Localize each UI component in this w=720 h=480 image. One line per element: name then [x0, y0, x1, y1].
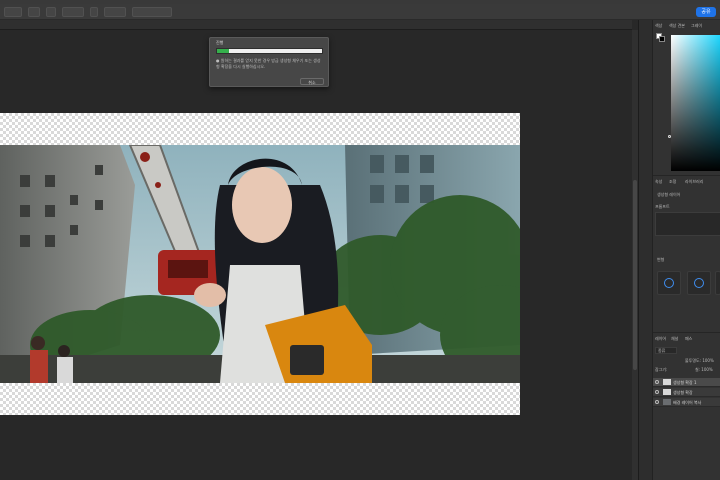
share-button[interactable]: 공유 — [696, 7, 716, 17]
layer-thumbnail — [663, 399, 671, 405]
visibility-eye-icon[interactable] — [655, 400, 659, 404]
layer-name: 배경 레이어 복사 — [673, 400, 702, 405]
tab-paths[interactable]: 패스 — [685, 336, 692, 342]
layer-row[interactable]: 생성형 확장 1 — [653, 378, 720, 387]
undo-button[interactable] — [46, 7, 56, 17]
loading-spinner-icon — [694, 278, 704, 288]
panel-icon-column — [639, 20, 653, 480]
tool-preset-picker[interactable] — [4, 7, 22, 17]
scrollbar-thumb[interactable] — [633, 180, 637, 370]
layer-thumbnail — [663, 379, 671, 385]
layer-filter-label: 종류 — [658, 348, 666, 353]
document-tab-bar[interactable] — [0, 20, 632, 30]
variations-caption: 변형 — [657, 257, 665, 262]
dialog-message: ● 원하는 결과를 얻지 못한 경우 방금 생성형 채우기 또는 생성형 확장을… — [216, 58, 321, 69]
opacity-control[interactable]: 불투명도: 100% — [685, 358, 714, 364]
tab-gradients[interactable]: 그레이 — [691, 23, 702, 29]
loading-spinner-icon — [664, 278, 674, 288]
option-dropdown[interactable] — [62, 7, 84, 17]
panel-divider — [653, 332, 720, 333]
variation-thumbnail-2[interactable] — [687, 271, 711, 295]
tab-libraries[interactable]: 라이브러리 — [685, 179, 703, 185]
tab-adjustments[interactable]: 조정 — [669, 179, 676, 185]
tab-layers[interactable]: 레이어 — [655, 336, 666, 342]
right-panel-dock: 색상 색상 견본 그레이 속성 조정 라이브러리 생성형 레이어 프롬프트 변형… — [638, 20, 720, 480]
tab-swatches[interactable]: 색상 견본 — [669, 23, 685, 29]
visibility-eye-icon[interactable] — [655, 390, 659, 394]
progress-dialog: 진행 ● 원하는 결과를 얻지 못한 경우 방금 생성형 채우기 또는 생성형 … — [209, 37, 329, 87]
progress-bar-fill — [217, 49, 229, 53]
prompt-caption: 프롬프트 — [655, 204, 670, 209]
mode-button[interactable] — [28, 7, 40, 17]
variation-thumbnail-1[interactable] — [657, 271, 681, 295]
fill-control[interactable]: 칠: 100% — [695, 367, 713, 373]
layer-name: 생성형 확장 1 — [673, 380, 697, 385]
visibility-eye-icon[interactable] — [655, 380, 659, 384]
prompt-input[interactable] — [655, 212, 720, 236]
tab-color[interactable]: 색상 — [655, 23, 662, 29]
color-picker-field[interactable] — [671, 35, 720, 171]
tab-properties[interactable]: 속성 — [655, 179, 662, 185]
layer-name: 생성형 확장 — [673, 390, 693, 395]
option-dropdown-2[interactable] — [104, 7, 126, 17]
document-image[interactable] — [0, 145, 520, 383]
properties-item-label: 생성형 레이어 — [657, 192, 681, 197]
layer-thumbnail — [663, 389, 671, 395]
dialog-title: 진행 — [216, 40, 224, 45]
pen-icon[interactable] — [90, 7, 98, 17]
progress-bar — [216, 48, 323, 54]
tab-channels[interactable]: 채널 — [671, 336, 678, 342]
panel-divider — [653, 175, 720, 176]
cancel-button[interactable]: 취소 — [300, 78, 324, 85]
lock-controls[interactable]: 잠그기: — [655, 367, 667, 373]
variation-thumbnail-3[interactable] — [715, 271, 720, 295]
background-color-swatch[interactable] — [659, 36, 665, 42]
options-bar: 공유 — [0, 4, 720, 20]
layer-row[interactable]: 생성형 확장 — [653, 388, 720, 397]
option-field[interactable] — [132, 7, 172, 17]
layer-filter-dropdown[interactable]: 종류 — [655, 347, 677, 354]
layer-row[interactable]: 배경 레이어 복사 — [653, 398, 720, 407]
color-picker-cursor[interactable] — [668, 135, 671, 138]
